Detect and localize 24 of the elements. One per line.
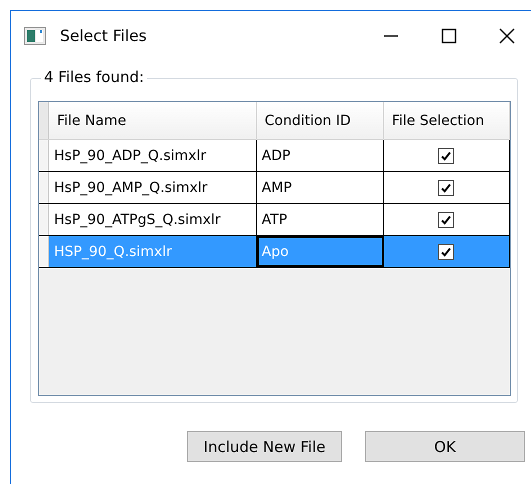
table-cell: Apo [256, 236, 384, 267]
table-row[interactable]: HsP_90_ATPgS_Q.simxlr ATP [39, 204, 510, 236]
table-cell: HsP_90_AMP_Q.simxlr [49, 172, 257, 203]
close-icon [497, 26, 517, 46]
table-cell: AMP [256, 172, 384, 203]
table-cell: HsP_90_ATPgS_Q.simxlr [49, 204, 257, 235]
ok-button[interactable]: OK [365, 431, 525, 462]
column-header[interactable]: File Name [49, 102, 257, 139]
table-cell: HSP_90_Q.simxlr [49, 236, 257, 267]
column-header[interactable]: File Selection [384, 102, 510, 139]
checkbox[interactable] [438, 148, 454, 164]
table-row[interactable]: HsP_90_AMP_Q.simxlr AMP [39, 172, 510, 204]
table-row[interactable]: HsP_90_ADP_Q.simxlr ADP [39, 140, 510, 172]
window-title: Select Files [60, 26, 147, 44]
checkbox[interactable] [438, 244, 454, 260]
column-header[interactable]: Condition ID [256, 102, 384, 139]
checkbox[interactable] [438, 212, 454, 228]
include-file-button[interactable]: Include New File [187, 431, 342, 462]
app-icon [24, 26, 46, 44]
minimize-icon [384, 34, 398, 36]
table-cell: ATP [256, 204, 384, 235]
table-cell: ADP [256, 140, 384, 171]
table-cell: HsP_90_ADP_Q.simxlr [49, 140, 257, 171]
checkbox[interactable] [438, 180, 454, 196]
